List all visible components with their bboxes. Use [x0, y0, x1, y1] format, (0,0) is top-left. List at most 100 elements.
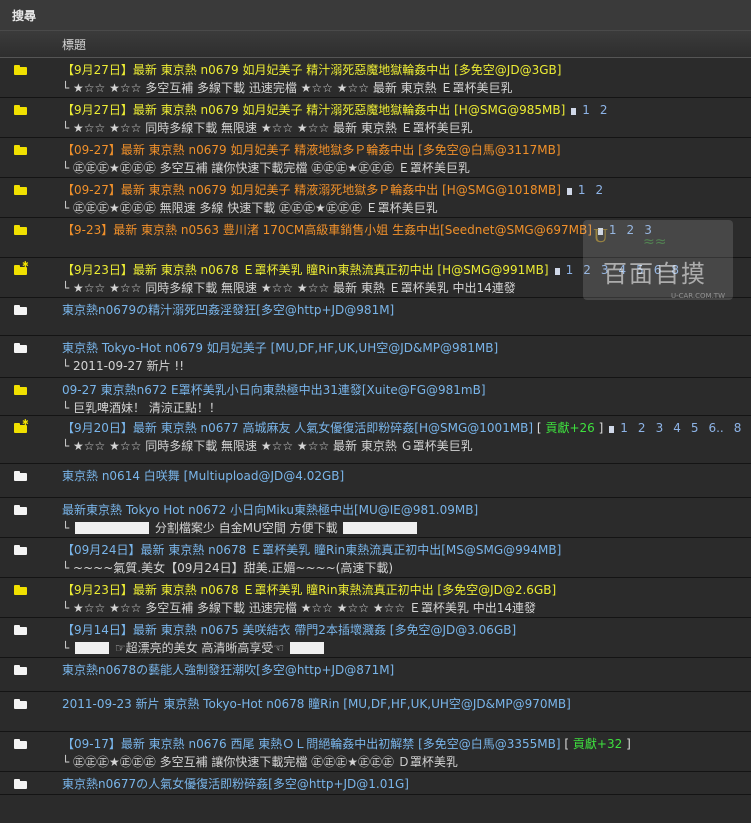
page-link[interactable]: 5: [691, 421, 699, 435]
thread-subtitle: └ ★☆☆ ★☆☆ 多空互補 多線下載 迅速完檔 ★☆☆ ★☆☆ 最新 東京熱 …: [62, 81, 513, 95]
thread-title-line: 東京熱 Tokyo-Hot n0679 如月妃美子 [MU,DF,HF,UK,U…: [62, 339, 751, 357]
folder-icon: [14, 225, 28, 235]
page-links: 12: [566, 183, 613, 197]
page-link[interactable]: 2: [600, 103, 608, 117]
thread-title-link[interactable]: 【9月23日】最新 東京熱 n0678 Ｅ罩杯美乳 瞳Rin東熱流真正初中出 […: [62, 583, 556, 597]
thread-subtitle: └ 巨乳啤酒妹！ 清涼正點！！: [62, 401, 221, 415]
folder-icon: [14, 343, 28, 353]
contribution-value: 貢獻+32: [572, 737, 623, 751]
thread-title-link[interactable]: 09-27 東京熱n672 E罩杯美乳小日向東熱極中出31連發[Xuite@FG…: [62, 383, 486, 397]
thread-row[interactable]: 09-27 東京熱n672 E罩杯美乳小日向東熱極中出31連發[Xuite@FG…: [0, 378, 751, 416]
page-link[interactable]: 4: [673, 421, 681, 435]
column-header: 標題: [0, 31, 751, 58]
thread-title-link[interactable]: 【9月20日】最新 東京熱 n0677 高城麻友 人氣女優復活即粉碎姦[H@SM…: [62, 421, 533, 435]
contribution-value: 貢獻+26: [545, 421, 595, 435]
thread-subtitle: └ ㊣㊣㊣★㊣㊣㊣ 無限速 多線 快速下載 ㊣㊣㊣★㊣㊣㊣ Ｅ罩杯美巨乳: [62, 201, 438, 215]
thread-row[interactable]: 東京熱n0678の藝能人強制發狂潮吹[多空@http+JD@871M]: [0, 658, 751, 692]
thread-title-link[interactable]: 【9月27日】最新 東京熱 n0679 如月妃美子 精汁溺死惡魔地獄輪姦中出 […: [62, 103, 565, 117]
thread-title-link[interactable]: 【9-23】最新 東京熱 n0563 豊川渚 170CM高級車銷售小姐 生姦中出…: [62, 223, 592, 237]
thread-list: 【9月27日】最新 東京熱 n0679 如月妃美子 精汁溺死惡魔地獄輪姦中出 […: [0, 58, 751, 795]
thread-title-link[interactable]: 【09-27】最新 東京熱 n0679 如月妃美子 精液溺死地獄多Ｐ輪姦中出 […: [62, 183, 561, 197]
page-link[interactable]: 1: [582, 103, 590, 117]
thread-row[interactable]: 東京熱 Tokyo-Hot n0679 如月妃美子 [MU,DF,HF,UK,U…: [0, 336, 751, 378]
thread-row[interactable]: ✱ 【9月20日】最新 東京熱 n0677 高城麻友 人氣女優復活即粉碎姦[H@S…: [0, 416, 751, 464]
thread-title-link[interactable]: 【09月24日】最新 東京熱 n0678 Ｅ罩杯美乳 瞳Rin東熱流真正初中出[…: [62, 543, 561, 557]
folder-icon: [14, 65, 28, 75]
thread-row[interactable]: 【9月27日】最新 東京熱 n0679 如月妃美子 精汁溺死惡魔地獄輪姦中出 […: [0, 98, 751, 138]
thread-row[interactable]: 【09-27】最新 東京熱 n0679 如月妃美子 精液地獄多Ｐ輪姦中出 [多免…: [0, 138, 751, 178]
thread-row[interactable]: 【9月23日】最新 東京熱 n0678 Ｅ罩杯美乳 瞳Rin東熱流真正初中出 […: [0, 578, 751, 618]
thread-title-line: 【09-17】最新 東京熱 n0676 西尾 東熱ＯＬ問絕輪姦中出初解禁 [多免…: [62, 735, 751, 753]
page-link[interactable]: 3: [656, 421, 664, 435]
page-links: 1 2 3 4 5 6.. 8: [609, 421, 751, 435]
thread-title-link[interactable]: 【09-27】最新 東京熱 n0679 如月妃美子 精液地獄多Ｐ輪姦中出 [多免…: [62, 143, 561, 157]
thread-row[interactable]: 【09-17】最新 東京熱 n0676 西尾 東熱ＯＬ問絕輪姦中出初解禁 [多免…: [0, 732, 751, 772]
thread-row[interactable]: 東京熱n0679の精汁溺死凹姦淫發狂[多空@http+JD@981M]: [0, 298, 751, 336]
page-link[interactable]: 2: [596, 183, 604, 197]
search-header-bar: 搜尋: [0, 0, 751, 31]
thread-title-link[interactable]: 【9月23日】最新 東京熱 n0678 Ｅ罩杯美乳 瞳Rin東熱流真正初中出 […: [62, 263, 549, 277]
thread-title-line: 09-27 東京熱n672 E罩杯美乳小日向東熱極中出31連發[Xuite@FG…: [62, 381, 751, 399]
thread-title-line: 【09月24日】最新 東京熱 n0678 Ｅ罩杯美乳 瞳Rin東熱流真正初中出[…: [62, 541, 751, 559]
page-link[interactable]: 1: [566, 263, 574, 277]
page-link[interactable]: 6..: [708, 421, 723, 435]
thread-title-line: 【9月27日】最新 東京熱 n0679 如月妃美子 精汁溺死惡魔地獄輪姦中出 […: [62, 61, 751, 79]
thread-row[interactable]: 【09-27】最新 東京熱 n0679 如月妃美子 精液溺死地獄多Ｐ輪姦中出 […: [0, 178, 751, 218]
multipage-icon: [571, 108, 577, 115]
folder-icon: [14, 665, 28, 675]
folder-icon: [14, 699, 28, 709]
watermark-subtext: U-CAR.COM.TW: [670, 292, 725, 300]
thread-row[interactable]: 最新東京熱 Tokyo Hot n0672 小日向Miku東熱極中出[MU@IE…: [0, 498, 751, 538]
watermark: U ≈≈ 百面自摸 U-CAR.COM.TW: [583, 220, 733, 300]
thread-row[interactable]: 2011-09-23 新片 東京熱 Tokyo-Hot n0678 瞳Rin […: [0, 692, 751, 732]
thread-title-line: 【09-27】最新 東京熱 n0679 如月妃美子 精液地獄多Ｐ輪姦中出 [多免…: [62, 141, 751, 159]
thread-title-line: 【09-27】最新 東京熱 n0679 如月妃美子 精液溺死地獄多Ｐ輪姦中出 […: [62, 181, 751, 199]
thread-subtitle: └ 2011-09-27 新片 !!: [62, 359, 185, 373]
page-link[interactable]: 1: [620, 421, 628, 435]
thread-title-line: 東京熱n0678の藝能人強制發狂潮吹[多空@http+JD@871M]: [62, 661, 751, 679]
thread-row[interactable]: 【9月27日】最新 東京熱 n0679 如月妃美子 精汁溺死惡魔地獄輪姦中出 […: [0, 58, 751, 98]
hot-folder-icon: ✱: [14, 419, 29, 433]
thread-title-link[interactable]: 東京熱n0679の精汁溺死凹姦淫發狂[多空@http+JD@981M]: [62, 303, 394, 317]
thread-title-link[interactable]: 東京熱n0677の人氣女優復活即粉碎姦[多空@http+JD@1.01G]: [62, 777, 409, 791]
multipage-icon: [566, 188, 572, 195]
thread-row[interactable]: 東京熱n0677の人氣女優復活即粉碎姦[多空@http+JD@1.01G]: [0, 772, 751, 795]
thread-title-link[interactable]: 【09-17】最新 東京熱 n0676 西尾 東熱ＯＬ問絕輪姦中出初解禁 [多免…: [62, 737, 561, 751]
folder-icon: [14, 145, 28, 155]
thread-row[interactable]: 【09月24日】最新 東京熱 n0678 Ｅ罩杯美乳 瞳Rin東熱流真正初中出[…: [0, 538, 751, 578]
thread-title-link[interactable]: 東京熱 n0614 白咲舞 [Multiupload@JD@4.02GB]: [62, 469, 344, 483]
watermark-logo: U: [593, 226, 609, 247]
thread-row[interactable]: 東京熱 n0614 白咲舞 [Multiupload@JD@4.02GB]: [0, 464, 751, 498]
thread-title-link[interactable]: 【9月14日】最新 東京熱 n0675 美咲結衣 帶門2本插壞濺姦 [多免空@J…: [62, 623, 516, 637]
thread-title-line: 東京熱n0679の精汁溺死凹姦淫發狂[多空@http+JD@981M]: [62, 301, 751, 319]
thread-title-link[interactable]: 最新東京熱 Tokyo Hot n0672 小日向Miku東熱極中出[MU@IE…: [62, 503, 478, 517]
thread-title-link[interactable]: 東京熱 Tokyo-Hot n0679 如月妃美子 [MU,DF,HF,UK,U…: [62, 341, 498, 355]
page-links: 12: [571, 103, 617, 117]
subtitle-text: 分割檔案少 自金MU空間 方便下載: [151, 521, 342, 535]
page-link[interactable]: 2: [638, 421, 646, 435]
thread-title-link[interactable]: 東京熱n0678の藝能人強制發狂潮吹[多空@http+JD@871M]: [62, 663, 394, 677]
folder-icon: [14, 545, 28, 555]
folder-icon: [14, 185, 28, 195]
thread-title-line: 最新東京熱 Tokyo Hot n0672 小日向Miku東熱極中出[MU@IE…: [62, 501, 751, 519]
thread-title-line: 【9月14日】最新 東京熱 n0675 美咲結衣 帶門2本插壞濺姦 [多免空@J…: [62, 621, 751, 639]
thread-title-line: 【9月20日】最新 東京熱 n0677 高城麻友 人氣女優復活即粉碎姦[H@SM…: [62, 419, 751, 437]
thread-subtitle: └ ㊣㊣㊣★㊣㊣㊣ 多空互補 讓你快速下載完檔 ㊣㊣㊣★㊣㊣㊣ Ｄ罩杯美乳: [62, 755, 458, 769]
contribution-badge: [ 貢獻+32 ]: [564, 737, 631, 751]
thread-subtitle: └ ~~~~氣質.美女【09月24日】甜美.正媚~~~~(高速下載): [62, 561, 394, 575]
thread-title-line: 2011-09-23 新片 東京熱 Tokyo-Hot n0678 瞳Rin […: [62, 695, 751, 713]
thread-subtitle: └ ★☆☆ ★☆☆ 同時多線下載 無限速 ★☆☆ ★☆☆ 最新 東京熱 Ｅ罩杯美…: [62, 121, 473, 135]
page-link[interactable]: 8: [734, 421, 742, 435]
thread-title-link[interactable]: 【9月27日】最新 東京熱 n0679 如月妃美子 精汁溺死惡魔地獄輪姦中出 […: [62, 63, 561, 77]
search-title: 搜尋: [12, 8, 37, 23]
thread-row[interactable]: 【9月14日】最新 東京熱 n0675 美咲結衣 帶門2本插壞濺姦 [多免空@J…: [0, 618, 751, 658]
folder-icon: [14, 105, 28, 115]
thread-title-link[interactable]: 2011-09-23 新片 東京熱 Tokyo-Hot n0678 瞳Rin […: [62, 697, 571, 711]
image-placeholder: [343, 522, 418, 534]
subtitle-text: └: [62, 641, 74, 655]
contribution-badge: [ 貢獻+26 ]: [536, 421, 604, 435]
page-link[interactable]: 1: [578, 183, 586, 197]
title-column-header[interactable]: 標題: [62, 36, 86, 53]
image-placeholder: [75, 642, 110, 654]
thread-subtitle: └ ★☆☆ ★☆☆ 同時多線下載 無限速 ★☆☆ ★☆☆ 最新 東京熱 Ｇ罩杯美…: [62, 439, 473, 453]
